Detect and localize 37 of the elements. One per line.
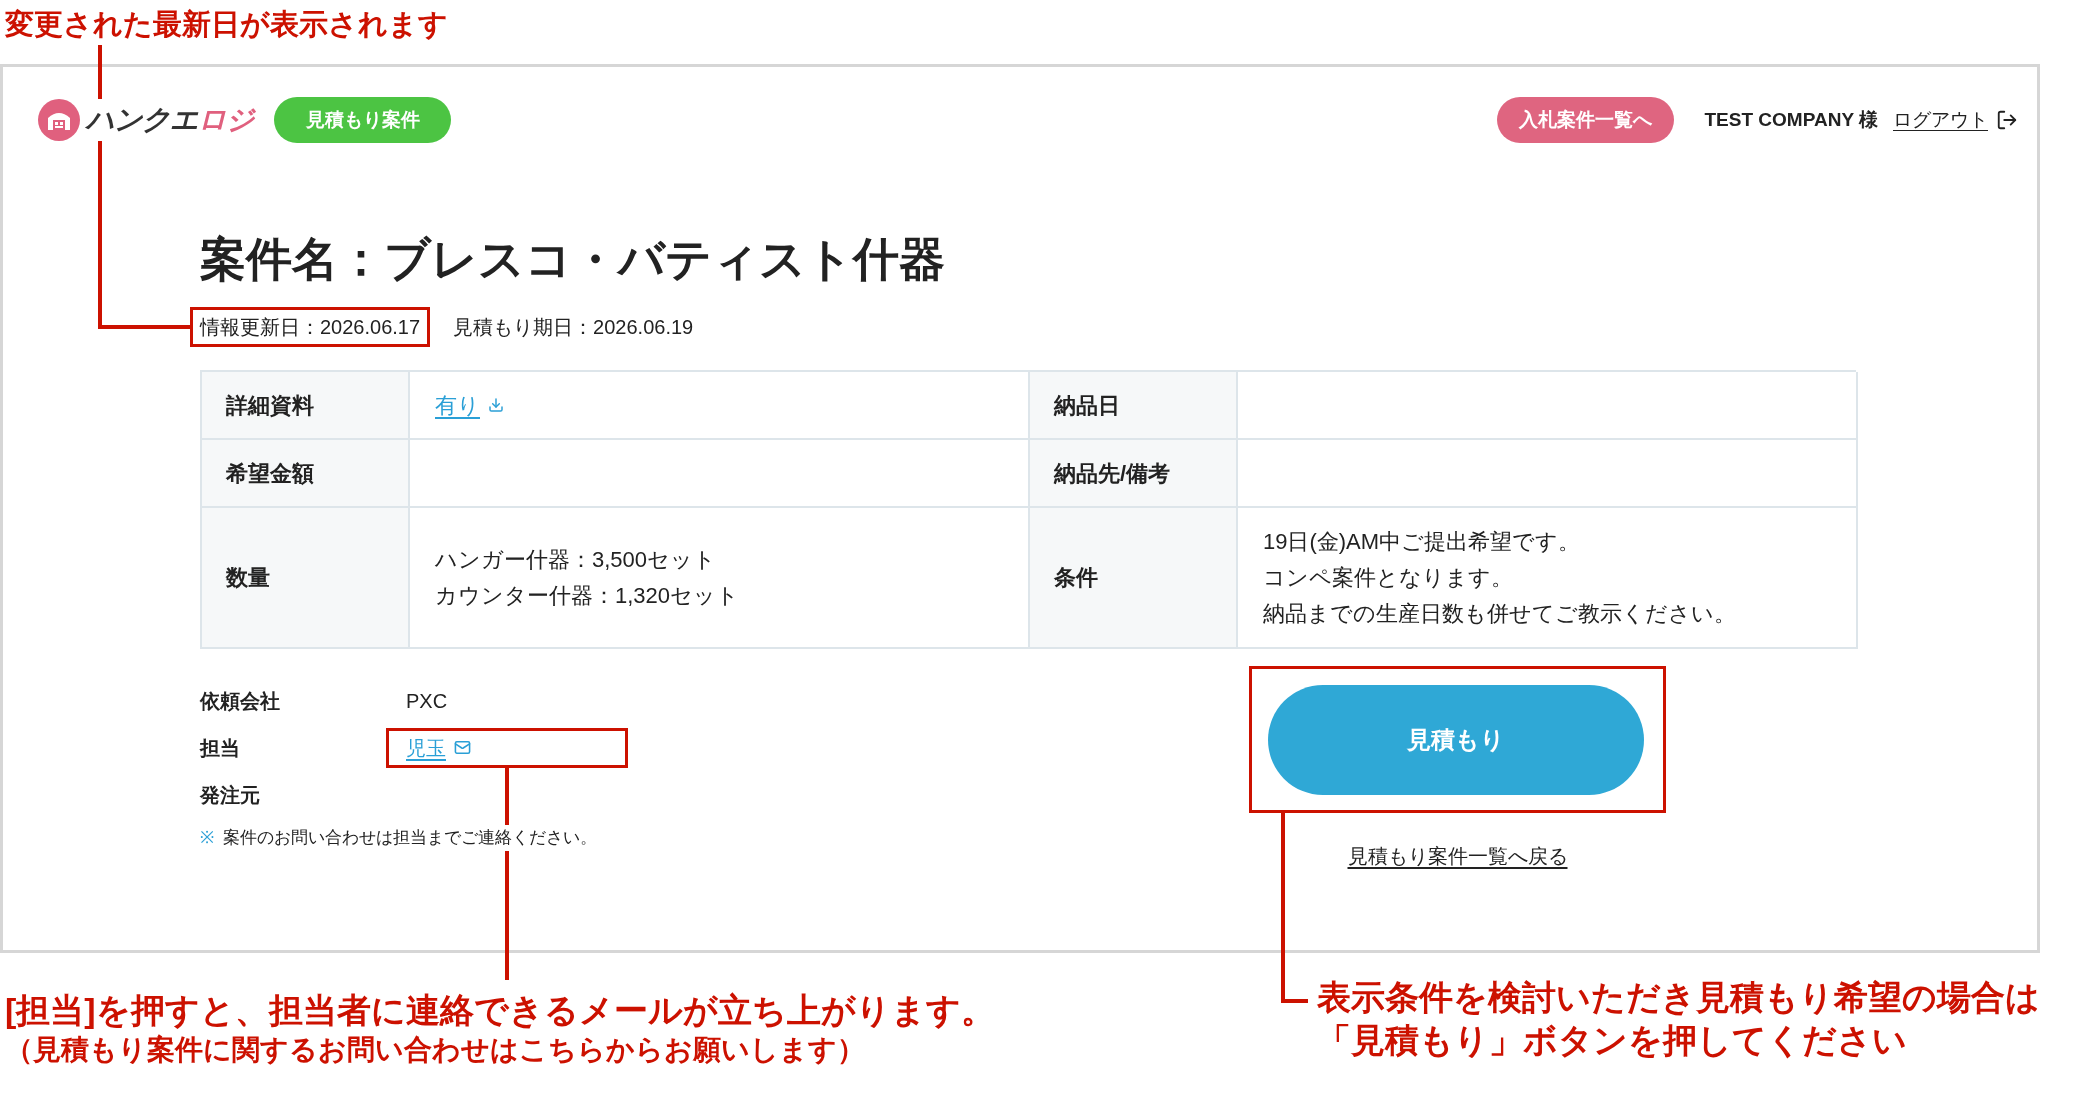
logout-link[interactable]: ログアウト	[1893, 105, 1988, 135]
note-mark: ※	[200, 827, 214, 849]
table-header-cell: 条件	[1030, 508, 1238, 649]
cell-text: カウンター什器：1,320セット	[435, 581, 740, 610]
annotation-text: [担当]を押すと、担当者に連絡できるメールが立ち上がります。	[5, 990, 996, 1031]
date-text: 見積もり期日：2026.06.19	[453, 315, 694, 340]
table-header-cell: 納品日	[1030, 372, 1238, 440]
nav-button[interactable]: 見積もり案件	[274, 97, 451, 143]
table-header-cell: 数量	[202, 508, 410, 649]
logout-icon[interactable]	[1996, 109, 2018, 131]
cell-text: 納品までの生産日数も併せてご教示ください。	[1263, 599, 1736, 628]
info-label: 依頼会社	[200, 688, 281, 714]
cell-text: ハンガー什器：3,500セット	[435, 545, 718, 574]
table-header-cell: 詳細資料	[202, 372, 410, 440]
annotation-text: （見積もり案件に関するお問い合わせはこちらからお願いします）	[5, 1033, 866, 1067]
download-link[interactable]: 有り	[435, 388, 480, 422]
page-title: 案件名：ブレスコ・バティスト什器	[200, 232, 946, 287]
annotation-text: 変更された最新日が表示されます	[5, 8, 448, 40]
value-text: PXC	[406, 688, 448, 714]
mail-icon[interactable]	[454, 739, 471, 756]
back-link[interactable]: 見積もり案件一覧へ戻る	[1347, 841, 1568, 871]
table-header-cell: 希望金額	[202, 440, 410, 508]
cell-text: コンペ案件となります。	[1263, 563, 1514, 592]
contact-link[interactable]: 児玉	[406, 732, 446, 763]
logo-text: ハンクエロジ	[86, 99, 254, 141]
download-icon[interactable]	[488, 397, 504, 413]
building-icon	[38, 99, 80, 141]
info-label: 発注元	[200, 782, 261, 808]
list-button[interactable]: 入札案件一覧へ	[1496, 97, 1674, 143]
annotation-text: 「見積もり」ボタンを押してください	[1317, 1020, 1908, 1061]
table-header-cell: 納品先/備考	[1030, 440, 1238, 508]
user-name: TEST COMPANY 様	[1704, 107, 1878, 132]
info-label: 担当	[200, 735, 241, 761]
annotation-text: 表示条件を検討いただき見積もり希望の場合は	[1317, 977, 2040, 1018]
date-text: 情報更新日：2026.06.17	[200, 315, 421, 340]
cell-text: 19日(金)AM中ご提出希望です。	[1263, 527, 1582, 556]
estimate-button[interactable]: 見積もり	[1267, 684, 1644, 795]
